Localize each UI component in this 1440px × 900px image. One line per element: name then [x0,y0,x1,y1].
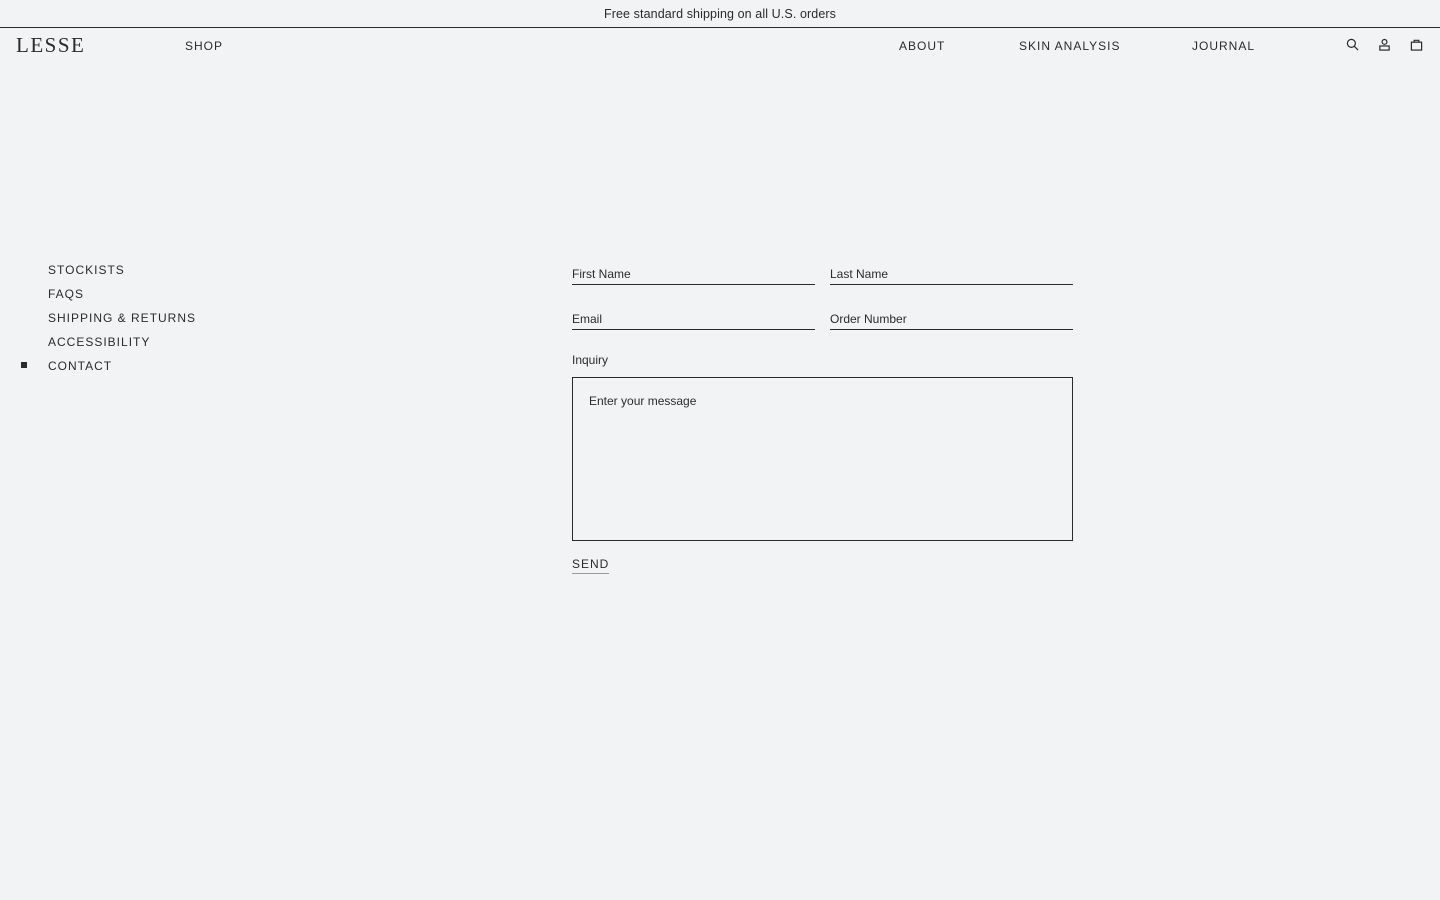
sidebar-item-label: SHIPPING & RETURNS [48,311,197,325]
nav-about[interactable]: ABOUT [899,39,945,53]
sidebar-item-contact[interactable]: CONTACT [21,359,196,383]
first-name-field[interactable] [572,263,815,284]
message-textarea[interactable] [572,377,1073,541]
search-icon[interactable] [1345,37,1359,51]
sidebar-item-label: ACCESSIBILITY [48,335,151,349]
nav-journal[interactable]: JOURNAL [1192,39,1255,53]
sidebar-item-stockists[interactable]: STOCKISTS [48,263,196,287]
order-number-field[interactable] [830,308,1073,329]
sidebar-item-label: CONTACT [48,359,113,373]
nav-shop[interactable]: SHOP [185,39,223,53]
main-header: LESSE SHOP ABOUT SKIN ANALYSIS JOURNAL [0,28,1440,64]
brand-logo[interactable]: LESSE [16,33,85,58]
sidebar-item-label: FAQS [48,287,85,301]
sidebar-item-label: STOCKISTS [48,263,125,277]
email-field[interactable] [572,308,815,329]
first-name-field-wrap [572,263,815,285]
active-indicator [21,362,27,368]
help-sidebar: STOCKISTS FAQS SHIPPING & RETURNS ACCESS… [21,263,196,383]
sidebar-item-accessibility[interactable]: ACCESSIBILITY [48,335,196,359]
sidebar-item-shipping-returns[interactable]: SHIPPING & RETURNS [48,311,196,335]
last-name-field-wrap [830,263,1073,285]
sidebar-item-faqs[interactable]: FAQS [48,287,196,311]
bag-icon[interactable] [1409,37,1423,51]
account-icon[interactable] [1377,37,1391,51]
announcement-text: Free standard shipping on all U.S. order… [604,6,836,21]
email-field-wrap [572,308,815,330]
nav-skin-analysis[interactable]: SKIN ANALYSIS [1019,39,1120,53]
inquiry-label: Inquiry [572,353,609,367]
last-name-field[interactable] [830,263,1073,284]
announcement-bar: Free standard shipping on all U.S. order… [0,0,1440,28]
order-number-field-wrap [830,308,1073,330]
send-button[interactable]: SEND [572,557,610,574]
